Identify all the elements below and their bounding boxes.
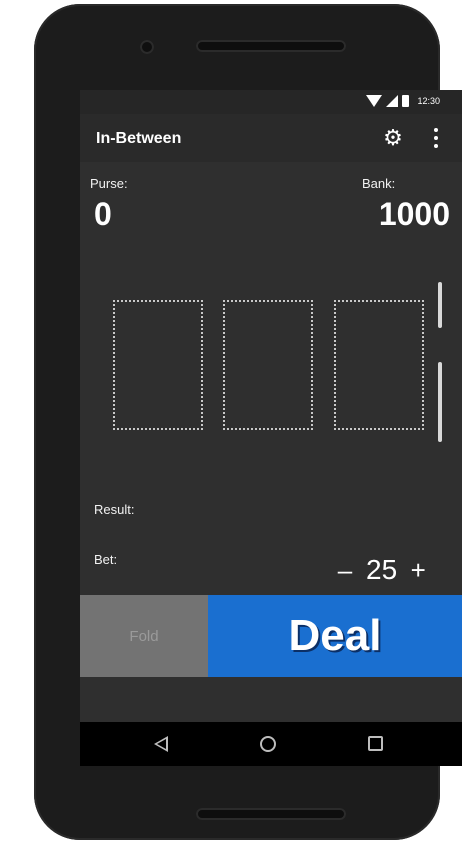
wifi-icon — [366, 95, 383, 107]
fold-button[interactable]: Fold — [80, 595, 208, 677]
status-clock: 12:30 — [417, 96, 440, 106]
earpiece-speaker — [196, 40, 346, 52]
decrease-bet-button[interactable]: – — [336, 557, 354, 583]
android-nav-bar — [80, 722, 462, 766]
bottom-speaker — [196, 808, 346, 820]
recents-icon[interactable] — [368, 736, 383, 751]
cellular-signal-icon — [386, 95, 399, 107]
card-slot-left — [113, 300, 203, 430]
purse-value: 0 — [94, 196, 112, 232]
status-bar: 12:30 — [80, 90, 462, 114]
app-toolbar: In-Between ⚙ — [80, 114, 462, 162]
power-button — [438, 282, 442, 328]
gear-icon[interactable]: ⚙ — [382, 127, 404, 149]
card-slot-middle — [223, 300, 313, 430]
result-label: Result: — [94, 502, 135, 517]
phone-frame: 12:30 In-Between ⚙ Purse: 0 Bank: 1000 R… — [34, 4, 462, 840]
bet-label: Bet: — [94, 552, 118, 567]
bank-value: 1000 — [378, 196, 450, 232]
app-screen: 12:30 In-Between ⚙ Purse: 0 Bank: 1000 R… — [80, 90, 462, 766]
battery-icon — [402, 95, 410, 107]
purse-label: Purse: — [90, 176, 128, 191]
card-slot-right — [334, 300, 424, 430]
deal-button[interactable]: Deal — [208, 595, 462, 677]
bank-label: Bank: — [362, 176, 396, 191]
app-title: In-Between — [96, 130, 182, 147]
back-icon[interactable] — [154, 736, 168, 752]
bet-amount: 25 — [366, 554, 398, 585]
home-icon[interactable] — [260, 736, 276, 752]
increase-bet-button[interactable]: + — [409, 557, 427, 583]
bet-stepper: – 25 + — [336, 556, 427, 584]
volume-rocker — [438, 362, 442, 442]
front-camera — [140, 40, 154, 54]
more-vert-icon[interactable] — [428, 128, 444, 148]
